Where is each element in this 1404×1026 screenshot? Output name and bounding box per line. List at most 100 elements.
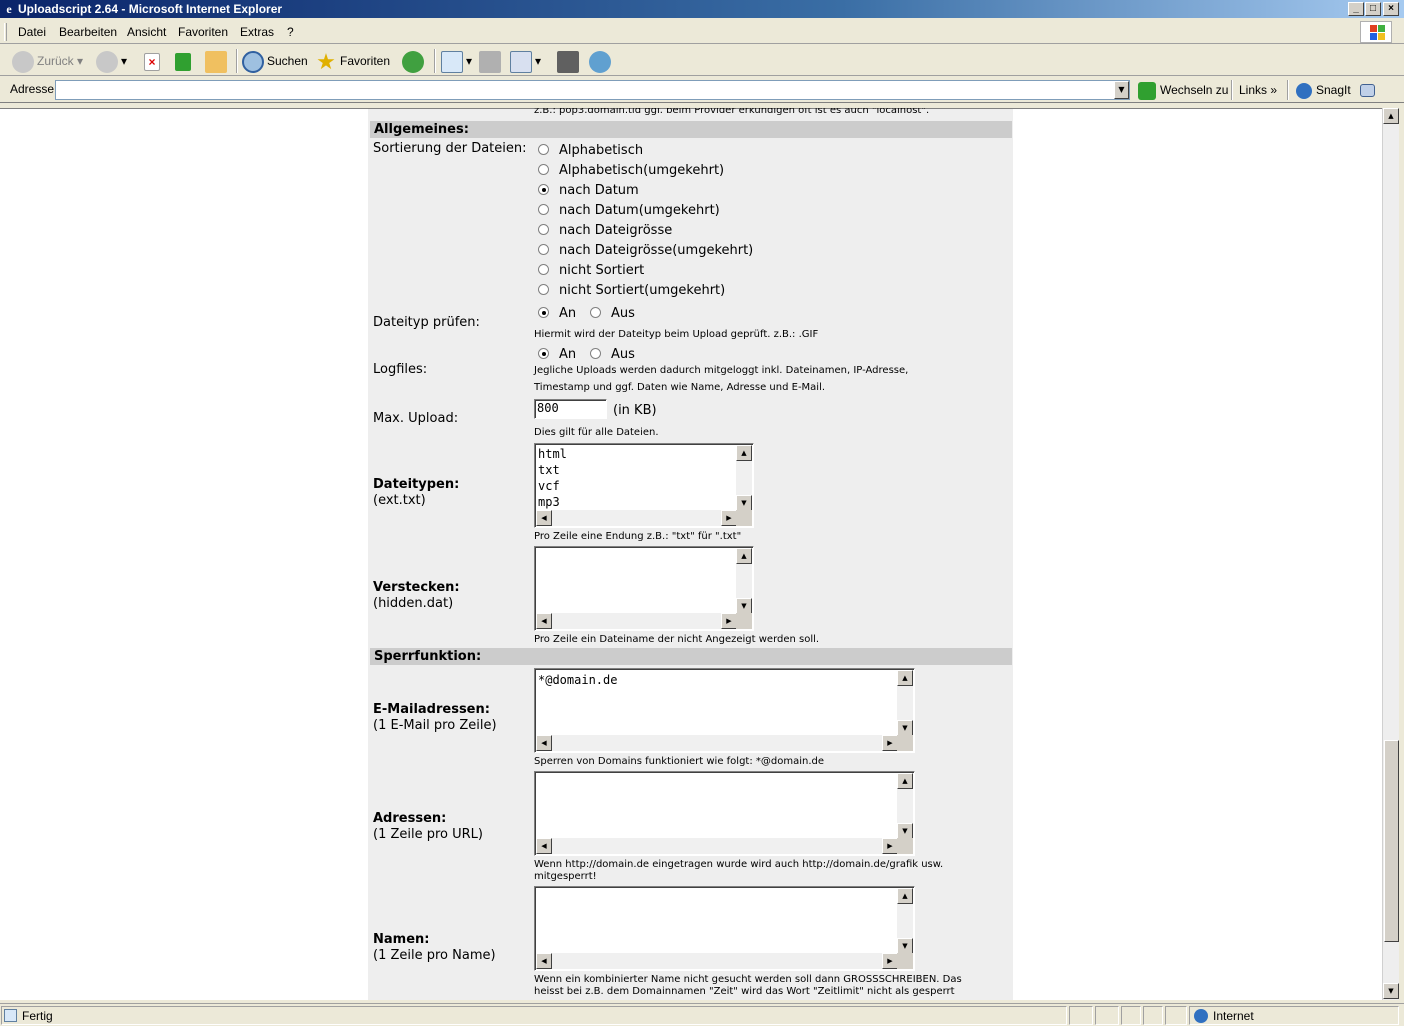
sort-option[interactable]: nach Dateigrösse(umgekehrt): [538, 243, 753, 259]
mail-button[interactable]: ▾: [441, 49, 472, 73]
scroll-left-icon[interactable]: ◀: [536, 510, 552, 526]
horizontal-scrollbar[interactable]: ◀ ▶: [536, 838, 898, 854]
edit-button[interactable]: ▾: [510, 49, 541, 73]
history-button[interactable]: [402, 49, 427, 73]
scroll-down-icon[interactable]: ▼: [736, 495, 752, 511]
sort-option[interactable]: nicht Sortiert(umgekehrt): [538, 283, 725, 299]
sort-option[interactable]: Alphabetisch(umgekehrt): [538, 163, 724, 179]
max-upload-input[interactable]: 800: [534, 399, 607, 419]
scroll-up-icon[interactable]: ▲: [1383, 108, 1399, 124]
scroll-left-icon[interactable]: ◀: [536, 953, 552, 969]
radio-button[interactable]: [538, 264, 549, 275]
menu-bearbeiten[interactable]: Bearbeiten: [59, 25, 117, 39]
scroll-up-icon[interactable]: ▲: [897, 773, 913, 789]
scroll-right-icon[interactable]: ▶: [721, 510, 737, 526]
forward-button[interactable]: ▾: [96, 49, 127, 73]
hide-textarea[interactable]: ▲ ▼ ◀ ▶: [534, 546, 754, 631]
vertical-scrollbar[interactable]: ▲ ▼: [736, 548, 752, 614]
close-button[interactable]: ×: [1383, 2, 1399, 16]
email-textarea[interactable]: *@domain.de ▲ ▼ ◀ ▶: [534, 668, 915, 753]
sort-option[interactable]: nach Datum(umgekehrt): [538, 203, 720, 219]
address-input[interactable]: [55, 80, 1130, 100]
sort-option[interactable]: nach Datum: [538, 183, 639, 199]
vertical-scrollbar[interactable]: ▲ ▼: [897, 773, 913, 839]
refresh-button[interactable]: [175, 49, 194, 73]
scroll-left-icon[interactable]: ◀: [536, 735, 552, 751]
status-pane-main: Fertig: [1, 1006, 1067, 1025]
scroll-left-icon[interactable]: ◀: [536, 838, 552, 854]
snagit-capture-button[interactable]: [1360, 81, 1379, 99]
go-button[interactable]: Wechseln zu: [1138, 81, 1228, 100]
scroll-right-icon[interactable]: ▶: [882, 953, 898, 969]
scroll-up-icon[interactable]: ▲: [736, 445, 752, 461]
filetypes-lines: html txt vcf mp3: [538, 447, 567, 509]
sort-option[interactable]: Alphabetisch: [538, 143, 643, 159]
sort-option[interactable]: nicht Sortiert: [538, 263, 644, 279]
scroll-up-icon[interactable]: ▲: [897, 888, 913, 904]
radio-button[interactable]: [538, 244, 549, 255]
radio-button[interactable]: [538, 224, 549, 235]
radio-button[interactable]: [590, 348, 601, 359]
snagit-button[interactable]: SnagIt: [1296, 81, 1351, 99]
radio-button[interactable]: [538, 204, 549, 215]
back-button[interactable]: Zurück ▾: [12, 49, 83, 73]
messenger-button[interactable]: [589, 49, 614, 73]
favorites-button[interactable]: ★ Favoriten: [315, 49, 390, 73]
menu-extras[interactable]: Extras: [240, 25, 274, 39]
scrollbar-corner: [897, 838, 913, 854]
vertical-scrollbar[interactable]: ▲ ▼: [736, 445, 752, 511]
horizontal-scrollbar[interactable]: ◀ ▶: [536, 953, 898, 969]
filetype-check-off[interactable]: Aus: [590, 306, 635, 322]
addr-label: Adressen:: [373, 811, 447, 826]
scroll-down-icon[interactable]: ▼: [897, 938, 913, 954]
minimize-button[interactable]: _: [1348, 2, 1364, 16]
printer-icon: [479, 50, 501, 73]
radio-button-selected[interactable]: [538, 184, 549, 195]
menu-datei[interactable]: Datei: [18, 25, 46, 39]
horizontal-scrollbar[interactable]: ◀ ▶: [536, 735, 898, 751]
radio-button-selected[interactable]: [538, 348, 549, 359]
addr-sublabel: (1 Zeile pro URL): [373, 827, 483, 842]
scroll-up-icon[interactable]: ▲: [897, 670, 913, 686]
horizontal-scrollbar[interactable]: ◀ ▶: [536, 510, 737, 526]
scroll-down-icon[interactable]: ▼: [1383, 983, 1399, 999]
vertical-scrollbar[interactable]: ▲ ▼: [897, 888, 913, 954]
scroll-right-icon[interactable]: ▶: [721, 613, 737, 629]
discuss-button[interactable]: [557, 49, 582, 73]
radio-button[interactable]: [590, 307, 601, 318]
filetypes-textarea[interactable]: html txt vcf mp3 ▲ ▼ ◀ ▶: [534, 443, 754, 528]
links-button[interactable]: Links »: [1239, 81, 1277, 99]
search-button[interactable]: Suchen: [242, 49, 308, 73]
menu-ansicht[interactable]: Ansicht: [127, 25, 166, 39]
menu-favoriten[interactable]: Favoriten: [178, 25, 228, 39]
radio-button[interactable]: [538, 144, 549, 155]
page-scrollbar[interactable]: ▲ ▼: [1382, 108, 1399, 1000]
scroll-left-icon[interactable]: ◀: [536, 613, 552, 629]
scroll-right-icon[interactable]: ▶: [882, 735, 898, 751]
address-dropdown-icon[interactable]: ▼: [1114, 81, 1129, 99]
email-label: E-Mailadressen:: [373, 702, 490, 717]
names-textarea[interactable]: ▲ ▼ ◀ ▶: [534, 886, 915, 971]
stop-button[interactable]: ×: [144, 49, 163, 73]
scrollbar-thumb[interactable]: [1384, 740, 1399, 942]
vertical-scrollbar[interactable]: ▲ ▼: [897, 670, 913, 736]
radio-button[interactable]: [538, 164, 549, 175]
horizontal-scrollbar[interactable]: ◀ ▶: [536, 613, 737, 629]
addr-textarea[interactable]: ▲ ▼ ◀ ▶: [534, 771, 915, 856]
maximize-button[interactable]: □: [1365, 2, 1381, 16]
logfiles-off[interactable]: Aus: [590, 347, 635, 363]
logfiles-on[interactable]: An: [538, 347, 576, 363]
print-button[interactable]: [479, 49, 504, 73]
sort-option[interactable]: nach Dateigrösse: [538, 223, 672, 239]
home-button[interactable]: [205, 49, 230, 73]
forward-arrow-icon: [96, 50, 118, 73]
radio-button[interactable]: [538, 284, 549, 295]
scroll-right-icon[interactable]: ▶: [882, 838, 898, 854]
scroll-down-icon[interactable]: ▼: [736, 598, 752, 614]
scroll-down-icon[interactable]: ▼: [897, 720, 913, 736]
radio-button-selected[interactable]: [538, 307, 549, 318]
scroll-down-icon[interactable]: ▼: [897, 823, 913, 839]
scroll-up-icon[interactable]: ▲: [736, 548, 752, 564]
menu-help[interactable]: ?: [287, 25, 294, 39]
filetype-check-on[interactable]: An: [538, 306, 576, 322]
